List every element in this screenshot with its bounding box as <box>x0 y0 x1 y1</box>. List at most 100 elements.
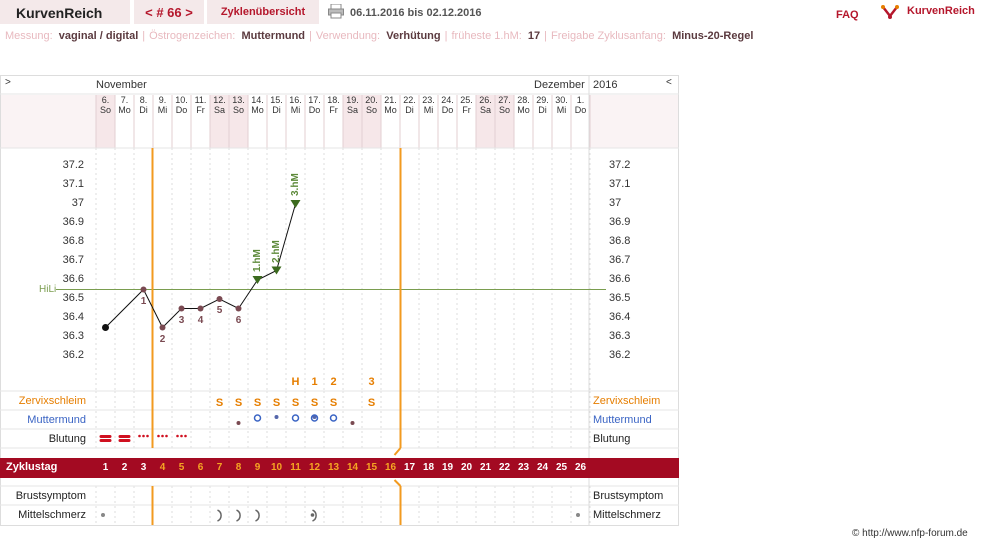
y-tick-right: 36.7 <box>609 254 631 266</box>
day-header[interactable]: 16. Mi <box>286 95 305 148</box>
day-header[interactable]: 21. Mo <box>381 95 400 148</box>
cycle-day-number[interactable]: 7 <box>210 462 229 473</box>
cycle-day-number[interactable]: 21 <box>476 462 495 473</box>
previous-cycle-arrow[interactable]: > <box>5 77 11 88</box>
cycle-day-number[interactable]: 22 <box>495 462 514 473</box>
cycle-day-number[interactable]: 9 <box>248 462 267 473</box>
weekday-name: Sa <box>213 105 225 115</box>
cycle-day-number[interactable]: 24 <box>533 462 552 473</box>
blutung-light <box>165 434 168 438</box>
weekday-name: So <box>232 105 244 115</box>
zervix-mark[interactable]: S <box>362 397 381 409</box>
weekday-name: Mi <box>556 105 567 115</box>
weekday-name: Fr <box>329 105 338 115</box>
next-cycle-arrow[interactable]: < <box>666 77 672 88</box>
day-header[interactable]: 10. Do <box>172 95 191 148</box>
cycle-day-number[interactable]: 12 <box>305 462 324 473</box>
blutung-light <box>176 434 179 438</box>
day-header[interactable]: 30. Mi <box>552 95 571 148</box>
weekday-name: Do <box>175 105 188 115</box>
day-header[interactable]: 12. Sa <box>210 95 229 148</box>
weekday-name: Di <box>272 105 281 115</box>
row-label-muttermund-right: Muttermund <box>593 414 652 426</box>
high-measurement-marker <box>271 266 282 275</box>
y-tick-right: 37 <box>609 197 622 209</box>
cycle-day-number[interactable]: 3 <box>134 462 153 473</box>
day-header[interactable]: 29. Di <box>533 95 552 148</box>
y-tick-right: 37.2 <box>609 159 631 171</box>
weekday-name: Do <box>574 105 587 115</box>
day-header[interactable]: 18. Fr <box>324 95 343 148</box>
row-label-brustsymptom: Brustsymptom <box>15 490 86 502</box>
day-header[interactable]: 22. Di <box>400 95 419 148</box>
day-header[interactable]: 1. Do <box>571 95 590 148</box>
cycle-day-number[interactable]: 4 <box>153 462 172 473</box>
zervix-mark[interactable]: S <box>305 397 324 409</box>
cycle-day-number[interactable]: 15 <box>362 462 381 473</box>
cycle-day-number[interactable]: 14 <box>343 462 362 473</box>
temperature-point <box>102 324 109 331</box>
day-header[interactable]: 13. So <box>229 95 248 148</box>
cycle-day-number[interactable]: 13 <box>324 462 343 473</box>
day-header[interactable]: 26. Sa <box>476 95 495 148</box>
day-header[interactable]: 7. Mo <box>115 95 134 148</box>
temperature-point <box>178 305 185 312</box>
cycle-day-number[interactable]: 18 <box>419 462 438 473</box>
day-header[interactable]: 15. Di <box>267 95 286 148</box>
day-header[interactable]: 17. Do <box>305 95 324 148</box>
day-header[interactable]: 20. So <box>362 95 381 148</box>
day-header[interactable]: 11. Fr <box>191 95 210 148</box>
day-header[interactable]: 23. Mi <box>419 95 438 148</box>
day-number: 27. <box>498 95 511 105</box>
cycle-day-number[interactable]: 20 <box>457 462 476 473</box>
weekday-name: Di <box>405 105 414 115</box>
day-header[interactable]: 28. Mo <box>514 95 533 148</box>
day-header[interactable]: 27. So <box>495 95 514 148</box>
day-header[interactable]: 19. Sa <box>343 95 362 148</box>
day-number: 11. <box>194 95 207 105</box>
low-measurement-label: 3 <box>178 314 185 326</box>
y-tick-right: 36.4 <box>609 311 631 323</box>
header-left-panel <box>1 95 96 148</box>
cycle-day-number[interactable]: 16 <box>381 462 400 473</box>
weekday-name: Mi <box>157 105 168 115</box>
cycle-day-number[interactable]: 10 <box>267 462 286 473</box>
cycle-day-number[interactable]: 25 <box>552 462 571 473</box>
row-label-blutung-right: Blutung <box>593 433 631 445</box>
cycle-day-number[interactable]: 19 <box>438 462 457 473</box>
weekday-name: Mo <box>517 105 530 115</box>
cycle-day-number[interactable]: 17 <box>400 462 419 473</box>
blutung-strong <box>118 439 131 442</box>
high-measurement-marker <box>252 276 263 284</box>
zervix-mark[interactable]: S <box>248 397 267 409</box>
low-measurement-label: 5 <box>216 305 223 316</box>
blutung-strong <box>99 439 112 442</box>
cycle-day-number[interactable]: 6 <box>191 462 210 473</box>
cycle-day-number[interactable]: 8 <box>229 462 248 473</box>
cycle-day-number[interactable]: 11 <box>286 462 305 473</box>
cycle-day-number[interactable]: 23 <box>514 462 533 473</box>
day-header[interactable]: 25. Fr <box>457 95 476 148</box>
day-header[interactable]: 24. Do <box>438 95 457 148</box>
day-number: 17. <box>308 95 321 105</box>
day-header[interactable]: 6. So <box>96 95 115 148</box>
zervix-mark[interactable]: S <box>229 397 248 409</box>
cycle-day-number[interactable]: 1 <box>96 462 115 473</box>
zervix-mark[interactable]: S <box>210 397 229 409</box>
zervix-mark[interactable]: S <box>286 397 305 409</box>
cycle-day-number[interactable]: 26 <box>571 462 590 473</box>
y-tick-left: 36.3 <box>62 330 84 342</box>
day-header[interactable]: 9. Mi <box>153 95 172 148</box>
row-label-muttermund: Muttermund <box>27 414 86 426</box>
zervix-mark[interactable]: S <box>324 397 343 409</box>
day-number: 30. <box>555 95 568 105</box>
cycle-day-number[interactable]: 5 <box>172 462 191 473</box>
cycle-day-number[interactable]: 2 <box>115 462 134 473</box>
zervix-mark[interactable]: S <box>267 397 286 409</box>
day-number: 12. <box>213 95 226 105</box>
day-header[interactable]: 8. Di <box>134 95 153 148</box>
day-header[interactable]: 14. Mo <box>248 95 267 148</box>
high-measurement-label: 1.hM <box>251 249 263 272</box>
day-number: 20. <box>365 95 378 105</box>
y-tick-left: 36.4 <box>62 311 84 323</box>
